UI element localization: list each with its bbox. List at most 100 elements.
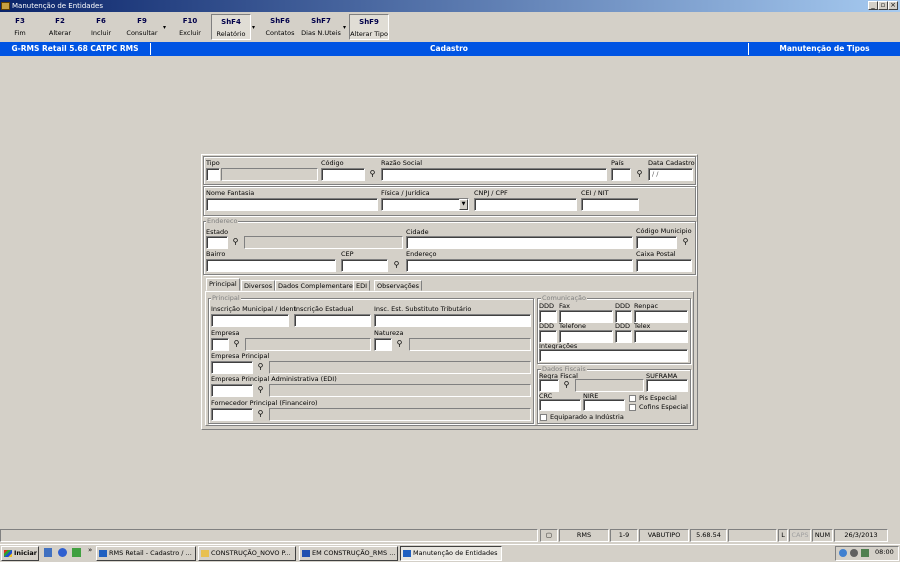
tab-observacoes[interactable]: Observações [374, 280, 423, 291]
quick-launch-icon[interactable] [72, 548, 81, 557]
excluir-button[interactable]: F10 Excluir [171, 14, 209, 40]
tab-edi[interactable]: EDI [353, 280, 371, 291]
minimize-button[interactable]: _ [868, 1, 878, 10]
comunicacao-group-title: Comunicação [541, 294, 587, 302]
incluir-button[interactable]: F6 Incluir [83, 14, 119, 40]
consultar-button[interactable]: F9 Consultar [122, 14, 162, 40]
suframa-input[interactable] [646, 379, 688, 392]
contatos-button[interactable]: ShF6 Contatos [261, 14, 299, 40]
window-title-bar[interactable]: Manutenção de Entidades [0, 0, 900, 12]
telefone-label: Telefone [559, 322, 587, 330]
ddd-telefone-label: DDD [539, 322, 555, 330]
cep-label: CEP [341, 250, 354, 258]
natureza-search-icon[interactable]: ⚲ [393, 338, 406, 351]
cep-input[interactable] [341, 259, 388, 272]
dias-uteis-button[interactable]: ShF7 Dias N.Uteis [300, 14, 342, 40]
empresa-principal-input[interactable] [211, 361, 253, 374]
empresa-adm-label: Empresa Principal Administrativa (EDI) [211, 375, 337, 383]
task-rms-cadastro[interactable]: RMS Retail - Cadastro / ... [96, 546, 196, 561]
empresa-principal-description [269, 361, 531, 374]
telex-input[interactable] [634, 330, 688, 343]
tab-principal[interactable]: Principal [206, 278, 240, 291]
fornecedor-input[interactable] [211, 408, 253, 421]
empresa-input[interactable] [211, 338, 229, 351]
regra-fiscal-input[interactable] [539, 379, 559, 392]
cidade-input[interactable] [406, 236, 633, 249]
caixa-postal-input[interactable] [636, 259, 692, 272]
network-icon[interactable] [839, 549, 847, 557]
consultar-dropdown-icon[interactable]: ▾ [163, 24, 169, 31]
insc-estadual-input[interactable] [294, 314, 371, 327]
regra-fiscal-search-icon[interactable]: ⚲ [560, 379, 573, 392]
estado-search-icon[interactable]: ⚲ [229, 236, 242, 249]
data-cadastro-input[interactable]: / / [648, 168, 693, 181]
codigo-input[interactable] [321, 168, 365, 181]
codigo-label: Código [321, 159, 344, 167]
chevron-right-icon[interactable]: » [88, 546, 92, 554]
crc-input[interactable] [539, 399, 581, 411]
empresa-adm-search-icon[interactable]: ⚲ [254, 384, 267, 397]
empresa-description [245, 338, 371, 351]
task-construcao-novo[interactable]: CONSTRUÇÃO_NOVO P... [198, 546, 296, 561]
empresa-search-icon[interactable]: ⚲ [230, 338, 243, 351]
empresa-label: Empresa [211, 329, 240, 337]
empresa-principal-label: Empresa Principal [211, 352, 270, 360]
ie-icon[interactable] [58, 548, 67, 557]
pais-input[interactable] [611, 168, 631, 181]
estado-input[interactable] [206, 236, 228, 249]
window-title: Manutenção de Entidades [12, 2, 103, 10]
municipio-search-icon[interactable]: ⚲ [679, 236, 692, 249]
razao-input[interactable] [381, 168, 607, 181]
security-icon[interactable] [850, 549, 858, 557]
insc-municipal-input[interactable] [211, 314, 289, 327]
relatorio-button[interactable]: ShF4 Relatório [211, 14, 251, 40]
cei-input[interactable] [581, 198, 639, 211]
fornecedor-search-icon[interactable]: ⚲ [254, 408, 267, 421]
start-button[interactable]: Iniciar [1, 546, 39, 561]
tipo-input[interactable] [206, 168, 220, 181]
telex-label: Telex [634, 322, 651, 330]
clock[interactable]: 08:00 [875, 548, 894, 556]
maximize-button[interactable]: ▫ [878, 1, 888, 10]
cofins-especial-checkbox[interactable] [629, 404, 636, 411]
ddd-telex-input[interactable] [615, 330, 632, 343]
quick-launch-icon[interactable] [44, 548, 52, 557]
task-manutencao-entidades[interactable]: Manutenção de Entidades [400, 546, 502, 561]
fantasia-input[interactable] [206, 198, 378, 211]
tab-diversos[interactable]: Diversos [241, 280, 276, 291]
bairro-input[interactable] [206, 259, 336, 272]
status-system: RMS [559, 529, 609, 542]
codigo-search-icon[interactable]: ⚲ [366, 168, 379, 181]
close-button[interactable]: × [888, 1, 898, 10]
endereco-input[interactable] [406, 259, 633, 272]
natureza-input[interactable] [374, 338, 392, 351]
tab-dados-complementares[interactable]: Dados Complementares [275, 280, 360, 291]
insc-estadual-label: Inscrição Estadual [294, 305, 354, 313]
status-blank [728, 529, 777, 542]
integracoes-input[interactable] [539, 349, 688, 362]
fim-button[interactable]: F3 Fim [2, 14, 38, 40]
fax-label: Fax [559, 302, 570, 310]
empresa-adm-description [269, 384, 531, 397]
cnpj-input[interactable] [474, 198, 577, 211]
relatorio-dropdown-icon[interactable]: ▾ [252, 24, 258, 31]
fantasia-label: Nome Fantasia [206, 189, 255, 197]
alterar-tipo-button[interactable]: ShF9 Alterar Tipo [349, 14, 389, 40]
cofins-especial-label: Cofins Especial [639, 403, 688, 411]
cod-municipio-input[interactable] [636, 236, 677, 249]
pis-especial-checkbox[interactable] [629, 395, 636, 402]
nire-input[interactable] [583, 399, 625, 411]
fisica-select[interactable] [381, 198, 469, 211]
task-em-construcao[interactable]: EM CONSTRUÇÃO_RMS ... [299, 546, 398, 561]
cep-search-icon[interactable]: ⚲ [390, 259, 403, 272]
alterar-button[interactable]: F2 Alterar [42, 14, 78, 40]
equiparado-checkbox[interactable] [540, 414, 547, 421]
bairro-label: Bairro [206, 250, 226, 258]
volume-icon[interactable] [861, 549, 869, 557]
pais-search-icon[interactable]: ⚲ [633, 168, 646, 181]
razao-label: Razão Social [381, 159, 423, 167]
insc-substituto-input[interactable] [374, 314, 531, 327]
chevron-down-icon[interactable]: ▼ [459, 199, 468, 210]
empresa-principal-search-icon[interactable]: ⚲ [254, 361, 267, 374]
empresa-adm-input[interactable] [211, 384, 253, 397]
